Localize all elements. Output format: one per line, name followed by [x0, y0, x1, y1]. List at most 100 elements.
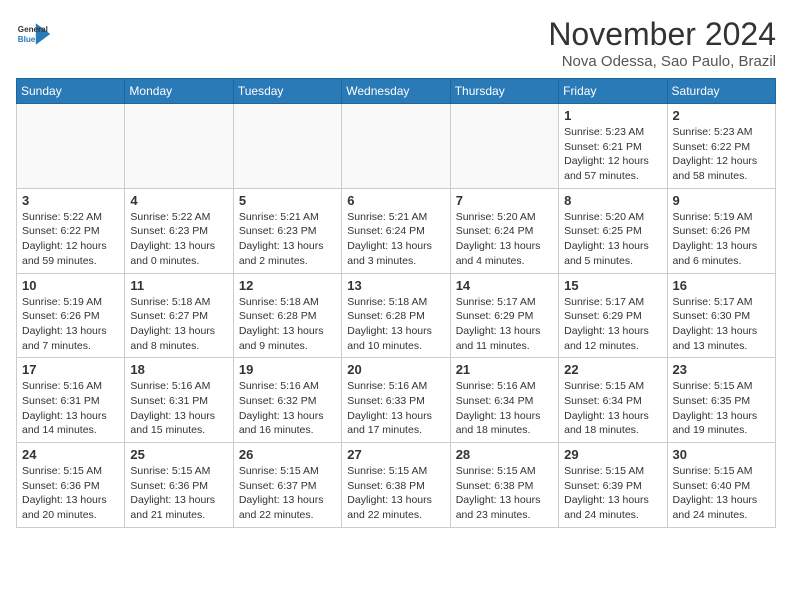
- day-info: Sunrise: 5:16 AMSunset: 6:33 PMDaylight:…: [347, 379, 444, 438]
- day-number: 2: [673, 108, 770, 123]
- calendar-day-cell: 30Sunrise: 5:15 AMSunset: 6:40 PMDayligh…: [667, 443, 775, 528]
- svg-text:General: General: [18, 25, 48, 34]
- calendar-day-cell: 10 Sunrise: 5:19 AMSunset: 6:26 PMDayligh…: [17, 273, 125, 358]
- page-header: General Blue November 2024 Nova Odessa, …: [16, 16, 776, 70]
- day-number: 25: [130, 447, 227, 462]
- weekday-header: Friday: [559, 79, 667, 104]
- day-number: 3: [22, 193, 119, 208]
- day-number: 26: [239, 447, 336, 462]
- day-number: 20: [347, 362, 444, 377]
- calendar-day-cell: 17 Sunrise: 5:16 AMSunset: 6:31 PMDayligh…: [17, 358, 125, 443]
- calendar-week-row: 17 Sunrise: 5:16 AMSunset: 6:31 PMDayligh…: [17, 358, 776, 443]
- day-info: Sunrise: 5:15 AMSunset: 6:38 PMDaylight:…: [456, 464, 553, 523]
- weekday-header: Monday: [125, 79, 233, 104]
- day-info: Sunrise: 5:15 AMSunset: 6:40 PMDaylight:…: [673, 464, 770, 523]
- day-info: Sunrise: 5:20 AMSunset: 6:25 PMDaylight:…: [564, 210, 661, 269]
- day-info: Sunrise: 5:19 AMSunset: 6:26 PMDaylight:…: [673, 210, 770, 269]
- day-info: Sunrise: 5:15 AMSunset: 6:37 PMDaylight:…: [239, 464, 336, 523]
- day-info: Sunrise: 5:18 AMSunset: 6:28 PMDaylight:…: [347, 295, 444, 354]
- day-info: Sunrise: 5:19 AMSunset: 6:26 PMDaylight:…: [22, 295, 119, 354]
- weekday-header: Sunday: [17, 79, 125, 104]
- day-info: Sunrise: 5:16 AMSunset: 6:31 PMDaylight:…: [22, 379, 119, 438]
- calendar-day-cell: [342, 104, 450, 189]
- calendar-day-cell: [125, 104, 233, 189]
- day-info: Sunrise: 5:23 AMSunset: 6:21 PMDaylight:…: [564, 125, 661, 184]
- day-number: 16: [673, 278, 770, 293]
- calendar-day-cell: 16 Sunrise: 5:17 AMSunset: 6:30 PMDayligh…: [667, 273, 775, 358]
- calendar-day-cell: 28 Sunrise: 5:15 AMSunset: 6:38 PMDayligh…: [450, 443, 558, 528]
- day-info: Sunrise: 5:16 AMSunset: 6:34 PMDaylight:…: [456, 379, 553, 438]
- day-number: 12: [239, 278, 336, 293]
- day-number: 7: [456, 193, 553, 208]
- calendar-week-row: 24 Sunrise: 5:15 AMSunset: 6:36 PMDayligh…: [17, 443, 776, 528]
- day-number: 14: [456, 278, 553, 293]
- day-number: 13: [347, 278, 444, 293]
- day-number: 15: [564, 278, 661, 293]
- day-info: Sunrise: 5:17 AMSunset: 6:29 PMDaylight:…: [456, 295, 553, 354]
- day-number: 4: [130, 193, 227, 208]
- calendar-week-row: 3Sunrise: 5:22 AMSunset: 6:22 PMDaylight…: [17, 188, 776, 273]
- day-info: Sunrise: 5:18 AMSunset: 6:28 PMDaylight:…: [239, 295, 336, 354]
- day-number: 6: [347, 193, 444, 208]
- weekday-header: Wednesday: [342, 79, 450, 104]
- day-number: 19: [239, 362, 336, 377]
- day-info: Sunrise: 5:21 AMSunset: 6:24 PMDaylight:…: [347, 210, 444, 269]
- weekday-header: Thursday: [450, 79, 558, 104]
- day-number: 28: [456, 447, 553, 462]
- logo-icon: General Blue: [16, 16, 52, 52]
- calendar-day-cell: 11 Sunrise: 5:18 AMSunset: 6:27 PMDayligh…: [125, 273, 233, 358]
- day-info: Sunrise: 5:21 AMSunset: 6:23 PMDaylight:…: [239, 210, 336, 269]
- day-number: 1: [564, 108, 661, 123]
- calendar-day-cell: 18 Sunrise: 5:16 AMSunset: 6:31 PMDayligh…: [125, 358, 233, 443]
- calendar-day-cell: [17, 104, 125, 189]
- calendar-day-cell: 4Sunrise: 5:22 AMSunset: 6:23 PMDaylight…: [125, 188, 233, 273]
- svg-text:Blue: Blue: [18, 35, 36, 44]
- day-number: 27: [347, 447, 444, 462]
- calendar-day-cell: 12 Sunrise: 5:18 AMSunset: 6:28 PMDayligh…: [233, 273, 341, 358]
- title-block: November 2024 Nova Odessa, Sao Paulo, Br…: [548, 16, 776, 70]
- calendar-day-cell: 20 Sunrise: 5:16 AMSunset: 6:33 PMDayligh…: [342, 358, 450, 443]
- day-number: 22: [564, 362, 661, 377]
- day-info: Sunrise: 5:15 AMSunset: 6:35 PMDaylight:…: [673, 379, 770, 438]
- day-info: Sunrise: 5:17 AMSunset: 6:30 PMDaylight:…: [673, 295, 770, 354]
- calendar-table: SundayMondayTuesdayWednesdayThursdayFrid…: [16, 78, 776, 528]
- calendar-day-cell: [233, 104, 341, 189]
- calendar-day-cell: 25 Sunrise: 5:15 AMSunset: 6:36 PMDayligh…: [125, 443, 233, 528]
- day-info: Sunrise: 5:18 AMSunset: 6:27 PMDaylight:…: [130, 295, 227, 354]
- calendar-day-cell: 19Sunrise: 5:16 AMSunset: 6:32 PMDayligh…: [233, 358, 341, 443]
- day-number: 18: [130, 362, 227, 377]
- location: Nova Odessa, Sao Paulo, Brazil: [548, 53, 776, 70]
- calendar-day-cell: 3Sunrise: 5:22 AMSunset: 6:22 PMDaylight…: [17, 188, 125, 273]
- calendar-day-cell: 7Sunrise: 5:20 AMSunset: 6:24 PMDaylight…: [450, 188, 558, 273]
- day-info: Sunrise: 5:15 AMSunset: 6:36 PMDaylight:…: [130, 464, 227, 523]
- day-number: 23: [673, 362, 770, 377]
- day-number: 21: [456, 362, 553, 377]
- calendar-day-cell: 13 Sunrise: 5:18 AMSunset: 6:28 PMDayligh…: [342, 273, 450, 358]
- weekday-header: Tuesday: [233, 79, 341, 104]
- day-number: 11: [130, 278, 227, 293]
- day-number: 10: [22, 278, 119, 293]
- day-number: 24: [22, 447, 119, 462]
- calendar-day-cell: 1 Sunrise: 5:23 AMSunset: 6:21 PMDaylight…: [559, 104, 667, 189]
- day-info: Sunrise: 5:15 AMSunset: 6:38 PMDaylight:…: [347, 464, 444, 523]
- calendar-day-cell: 29 Sunrise: 5:15 AMSunset: 6:39 PMDayligh…: [559, 443, 667, 528]
- day-number: 17: [22, 362, 119, 377]
- calendar-week-row: 1 Sunrise: 5:23 AMSunset: 6:21 PMDaylight…: [17, 104, 776, 189]
- day-number: 5: [239, 193, 336, 208]
- calendar-day-cell: 5 Sunrise: 5:21 AMSunset: 6:23 PMDaylight…: [233, 188, 341, 273]
- calendar-week-row: 10 Sunrise: 5:19 AMSunset: 6:26 PMDayligh…: [17, 273, 776, 358]
- calendar-day-cell: 24Sunrise: 5:15 AMSunset: 6:36 PMDayligh…: [17, 443, 125, 528]
- calendar-day-cell: 21 Sunrise: 5:16 AMSunset: 6:34 PMDayligh…: [450, 358, 558, 443]
- calendar-day-cell: 22 Sunrise: 5:15 AMSunset: 6:34 PMDayligh…: [559, 358, 667, 443]
- day-info: Sunrise: 5:16 AMSunset: 6:31 PMDaylight:…: [130, 379, 227, 438]
- calendar-day-cell: 9Sunrise: 5:19 AMSunset: 6:26 PMDaylight…: [667, 188, 775, 273]
- day-info: Sunrise: 5:15 AMSunset: 6:34 PMDaylight:…: [564, 379, 661, 438]
- calendar-day-cell: 2 Sunrise: 5:23 AMSunset: 6:22 PMDaylight…: [667, 104, 775, 189]
- calendar-day-cell: 6 Sunrise: 5:21 AMSunset: 6:24 PMDaylight…: [342, 188, 450, 273]
- month-title: November 2024: [548, 16, 776, 53]
- day-info: Sunrise: 5:15 AMSunset: 6:39 PMDaylight:…: [564, 464, 661, 523]
- weekday-header: Saturday: [667, 79, 775, 104]
- day-info: Sunrise: 5:23 AMSunset: 6:22 PMDaylight:…: [673, 125, 770, 184]
- calendar-day-cell: 14 Sunrise: 5:17 AMSunset: 6:29 PMDayligh…: [450, 273, 558, 358]
- day-number: 29: [564, 447, 661, 462]
